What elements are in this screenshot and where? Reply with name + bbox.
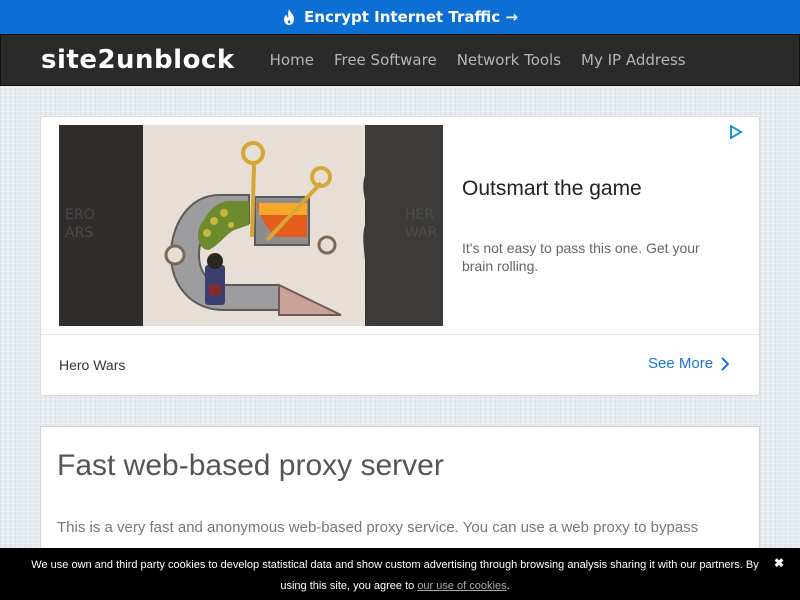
ad-advertiser[interactable]: Hero Wars: [59, 357, 125, 373]
top-navbar: site2unblock Home Free Software Network …: [0, 34, 800, 86]
cookie-text: We use own and third party cookies to de…: [31, 559, 759, 592]
promo-text[interactable]: Encrypt Internet Traffic →: [304, 8, 518, 26]
flame-icon: [284, 9, 295, 25]
intro-paragraph: This is a very fast and anonymous web-ba…: [57, 519, 699, 536]
promo-banner[interactable]: Encrypt Internet Traffic →: [0, 0, 800, 34]
ad-divider: [41, 334, 759, 335]
nav-network-tools-link[interactable]: Network Tools: [447, 51, 571, 69]
cookie-close-button[interactable]: ✖: [774, 556, 784, 570]
ad-cta-label: See More: [648, 355, 714, 372]
ad-headline[interactable]: Outsmart the game: [462, 177, 642, 201]
page-title: Fast web-based proxy server: [57, 449, 444, 482]
nav-free-software-link[interactable]: Free Software: [324, 51, 447, 69]
ad-description[interactable]: It's not easy to pass this one. Get your…: [462, 239, 732, 275]
site-logo[interactable]: site2unblock: [41, 45, 235, 75]
ad-illustration: ERO ARS HER WAR: [59, 125, 443, 326]
nav-links: Home Free Software Network Tools My IP A…: [260, 51, 696, 69]
ad-choices-play-icon[interactable]: [729, 125, 743, 139]
nav-my-ip-link[interactable]: My IP Address: [571, 51, 696, 69]
nav-home-link[interactable]: Home: [260, 51, 324, 69]
cookie-policy-link[interactable]: our use of cookies: [417, 580, 506, 592]
ad-see-more-button[interactable]: See More: [648, 355, 730, 372]
svg-text:ARS: ARS: [65, 225, 93, 241]
cookie-message: We use own and third party cookies to de…: [20, 555, 770, 597]
cookie-consent-bar: We use own and third party cookies to de…: [0, 548, 800, 600]
svg-text:WAR: WAR: [405, 225, 438, 241]
svg-text:HER: HER: [405, 207, 434, 223]
ad-image[interactable]: ERO ARS HER WAR: [59, 125, 443, 326]
advertisement-card[interactable]: ERO ARS HER WAR Outsmart the game It's n…: [40, 116, 760, 396]
cookie-text-end: .: [506, 580, 510, 592]
chevron-right-icon: [721, 356, 730, 371]
svg-text:ERO: ERO: [65, 207, 95, 223]
